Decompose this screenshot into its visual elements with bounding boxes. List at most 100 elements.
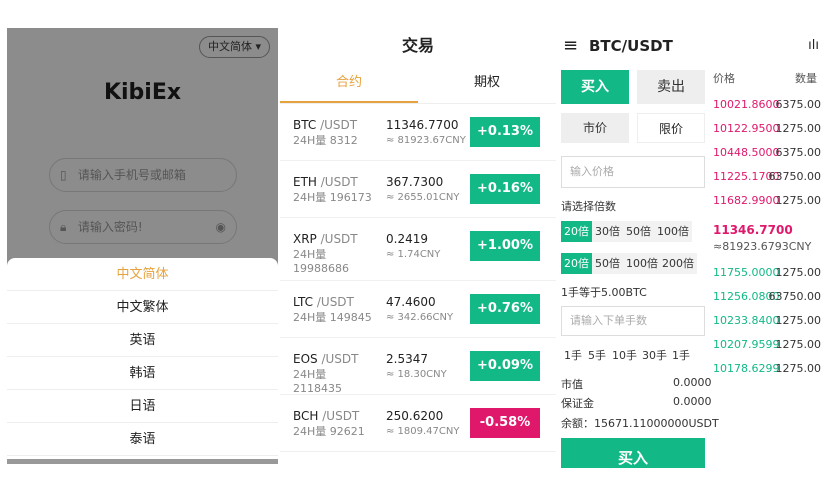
order-row[interactable]: 11225.1700 63750.00 xyxy=(713,170,821,186)
sheet-bottom-bar xyxy=(7,459,278,464)
trade-panel: ≡ BTC/USDT ılı 买入 卖出 市价 限价 输入价格 请选择倍数 20… xyxy=(561,28,831,468)
price: 0.2419 xyxy=(386,232,428,246)
password-placeholder: 请输入密码! xyxy=(77,220,143,234)
lot-button[interactable]: 5手 xyxy=(585,345,609,366)
tab-options[interactable]: 期权 xyxy=(418,64,556,103)
candlestick-icon[interactable]: ılı xyxy=(808,38,819,53)
trade-header: ≡ BTC/USDT ılı xyxy=(561,28,831,64)
margin-value: 0.0000 xyxy=(673,395,712,408)
price: 47.4600 xyxy=(386,295,436,309)
symbol: ETH /USDT xyxy=(293,175,358,189)
last-price-cny: ≈81923.6793CNY xyxy=(713,240,812,253)
order-qty: 6375.00 xyxy=(775,98,822,111)
phone-email-input[interactable]: ▯ 请输入手机号或邮箱 xyxy=(49,158,237,192)
symbol: BCH /USDT xyxy=(293,409,360,423)
order-qty: 6375.00 xyxy=(775,146,822,159)
order-qty: 1275.00 xyxy=(775,122,822,135)
order-qty: 1275.00 xyxy=(775,362,822,375)
symbol: XRP /USDT xyxy=(293,232,358,246)
order-price: 10207.9599 xyxy=(713,338,780,351)
leverage-option[interactable]: 20倍 xyxy=(561,253,592,274)
order-price: 11755.0000 xyxy=(713,266,780,279)
change-badge[interactable]: +0.76% xyxy=(470,294,540,324)
price: 11346.7700 xyxy=(386,118,459,132)
market-row[interactable]: EOS /USDT 24H量 2118435 2.5347 ≈ 18.30CNY… xyxy=(280,338,556,395)
change-badge[interactable]: +0.16% xyxy=(470,174,540,204)
price: 250.6200 xyxy=(386,409,444,423)
order-row[interactable]: 11755.0000 1275.00 xyxy=(713,266,821,282)
order-row[interactable]: 10207.9599 1275.00 xyxy=(713,338,821,354)
limit-price-button[interactable]: 限价 xyxy=(637,113,705,143)
order-price: 11682.9900 xyxy=(713,194,780,207)
lot-button[interactable]: 1手 xyxy=(669,345,693,366)
market-value: 0.0000 xyxy=(673,376,712,389)
lot-button[interactable]: 10手 xyxy=(609,345,640,366)
market-row[interactable]: LTC /USDT 24H量 149845 47.4600 ≈ 342.66CN… xyxy=(280,281,556,338)
language-option[interactable]: 泰语 xyxy=(7,423,278,456)
order-row[interactable]: 10178.6299 1275.00 xyxy=(713,362,821,378)
cny-price: ≈ 18.30CNY xyxy=(386,369,447,380)
language-option[interactable]: 韩语 xyxy=(7,357,278,390)
language-selector[interactable]: 中文简体 ▾ xyxy=(198,36,270,58)
order-row[interactable]: 10448.5000 6375.00 xyxy=(713,146,821,162)
market-row[interactable]: BTC /USDT 24H量 8312 11346.7700 ≈ 81923.6… xyxy=(280,104,556,161)
order-qty: 63750.00 xyxy=(768,170,822,183)
balance-text: 余额：15671.11000000USDT xyxy=(561,417,719,430)
order-row[interactable]: 11256.0800 63750.00 xyxy=(713,290,821,306)
leverage-option[interactable]: 100倍 xyxy=(623,253,661,274)
leverage-option[interactable]: 200倍 xyxy=(659,253,697,274)
pair-title: BTC/USDT xyxy=(589,37,673,55)
volume: 24H量 92621 xyxy=(293,425,365,438)
leverage-option[interactable]: 20倍 xyxy=(561,221,592,242)
leverage-label: 请选择倍数 xyxy=(561,200,616,213)
market-row[interactable]: BCH /USDT 24H量 92621 250.6200 ≈ 1809.47C… xyxy=(280,395,556,452)
symbol: BTC /USDT xyxy=(293,118,358,132)
volume: 24H量 196173 xyxy=(293,191,372,204)
order-price: 10178.6299 xyxy=(713,362,780,375)
price: 2.5347 xyxy=(386,352,428,366)
eye-icon[interactable]: ◉ xyxy=(216,211,226,243)
language-option[interactable]: 日语 xyxy=(7,390,278,423)
order-row[interactable]: 10122.9500 1275.00 xyxy=(713,122,821,138)
lot-button[interactable]: 1手 xyxy=(561,345,585,366)
lot-button[interactable]: 30手 xyxy=(639,345,670,366)
menu-icon[interactable]: ≡ xyxy=(563,37,578,55)
language-option[interactable]: 中文繁体 xyxy=(7,291,278,324)
leverage-option[interactable]: 50倍 xyxy=(623,221,654,242)
volume: 24H量 149845 xyxy=(293,311,372,324)
app-logo: KibiEx xyxy=(103,80,182,105)
order-row[interactable]: 11682.9900 1275.00 xyxy=(713,194,821,210)
market-row[interactable]: ETH /USDT 24H量 196173 367.7300 ≈ 2655.01… xyxy=(280,161,556,218)
price-input[interactable]: 输入价格 xyxy=(561,156,705,188)
login-panel: 中文简体 ▾ KibiEx ▯ 请输入手机号或邮箱 🔒︎ 请输入密码! ◉ 中文… xyxy=(7,28,278,464)
market-price-button[interactable]: 市价 xyxy=(561,113,629,143)
password-input[interactable]: 🔒︎ 请输入密码! ◉ xyxy=(49,210,237,244)
leverage-option[interactable]: 100倍 xyxy=(654,221,692,242)
language-option[interactable]: 英语 xyxy=(7,324,278,357)
market-value-label: 市值 xyxy=(561,378,583,391)
lots-input[interactable]: 请输入下单手数 xyxy=(561,306,705,336)
cny-price: ≈ 81923.67CNY xyxy=(386,135,466,146)
market-panel: 交易 合约 期权 BTC /USDT 24H量 8312 11346.7700 … xyxy=(280,28,556,464)
language-option[interactable]: 中文简体 xyxy=(7,258,278,291)
order-row[interactable]: 10021.8600 6375.00 xyxy=(713,98,821,114)
price: 367.7300 xyxy=(386,175,444,189)
sell-tab[interactable]: 卖出 xyxy=(637,70,705,104)
buy-tab[interactable]: 买入 xyxy=(561,70,629,104)
tab-contract[interactable]: 合约 xyxy=(280,64,418,103)
order-price: 10021.8600 xyxy=(713,98,780,111)
order-qty: 1275.00 xyxy=(775,338,822,351)
market-row[interactable]: XRP /USDT 24H量 19988686 0.2419 ≈ 1.74CNY… xyxy=(280,218,556,281)
phone-icon: ▯ xyxy=(60,168,67,182)
leverage-option[interactable]: 50倍 xyxy=(592,253,623,274)
cny-price: ≈ 342.66CNY xyxy=(386,312,454,323)
change-badge[interactable]: +0.09% xyxy=(470,351,540,381)
change-badge[interactable]: +1.00% xyxy=(470,231,540,261)
order-price: 10233.8400 xyxy=(713,314,780,327)
change-badge[interactable]: -0.58% xyxy=(470,408,540,438)
leverage-option[interactable]: 30倍 xyxy=(592,221,623,242)
order-row[interactable]: 10233.8400 1275.00 xyxy=(713,314,821,330)
change-badge[interactable]: +0.13% xyxy=(470,117,540,147)
last-price: 11346.7700 xyxy=(713,223,793,237)
volume: 24H量 8312 xyxy=(293,134,358,147)
